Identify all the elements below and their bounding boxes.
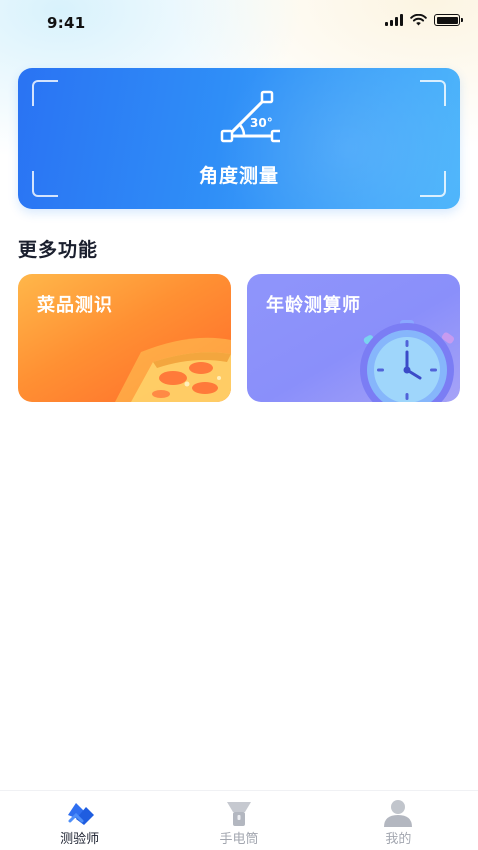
battery-icon bbox=[434, 14, 463, 26]
bottom-tab-bar: 测验师 手电筒 我的 bbox=[0, 790, 478, 850]
wifi-icon bbox=[410, 14, 427, 26]
angle-value: 30° bbox=[250, 116, 273, 130]
scan-frame-corner bbox=[420, 80, 446, 106]
angle-measure-title: 角度测量 bbox=[198, 165, 279, 187]
age-estimator-label: 年龄测算师 bbox=[266, 295, 361, 316]
tab-mine-label: 我的 bbox=[385, 832, 412, 847]
age-estimator-card[interactable]: 年龄测算师 bbox=[247, 274, 460, 402]
angle-icon: 30° bbox=[220, 90, 280, 143]
angle-measure-card[interactable]: 30° 角度测量 bbox=[18, 68, 460, 209]
food-recognition-label: 菜品测识 bbox=[37, 295, 113, 316]
tab-measurer-label: 测验师 bbox=[60, 832, 100, 847]
status-bar: 9:41 bbox=[0, 0, 478, 48]
tab-measurer[interactable]: 测验师 bbox=[0, 791, 159, 850]
tab-flashlight[interactable]: 手电筒 bbox=[159, 791, 318, 850]
tab-mine[interactable]: 我的 bbox=[319, 791, 478, 850]
scan-frame-corner bbox=[32, 80, 58, 106]
status-time: 9:41 bbox=[47, 14, 86, 32]
tab-flashlight-label: 手电筒 bbox=[219, 832, 259, 847]
flashlight-icon bbox=[226, 802, 251, 826]
pizza-icon bbox=[115, 337, 231, 402]
more-features-title: 更多功能 bbox=[18, 239, 99, 261]
user-icon bbox=[384, 800, 413, 827]
signal-icon bbox=[385, 14, 403, 26]
status-icons bbox=[385, 14, 463, 26]
stopwatch-icon bbox=[360, 320, 455, 402]
food-recognition-card[interactable]: 菜品测识 bbox=[18, 274, 231, 402]
measure-tool-icon bbox=[67, 803, 94, 825]
